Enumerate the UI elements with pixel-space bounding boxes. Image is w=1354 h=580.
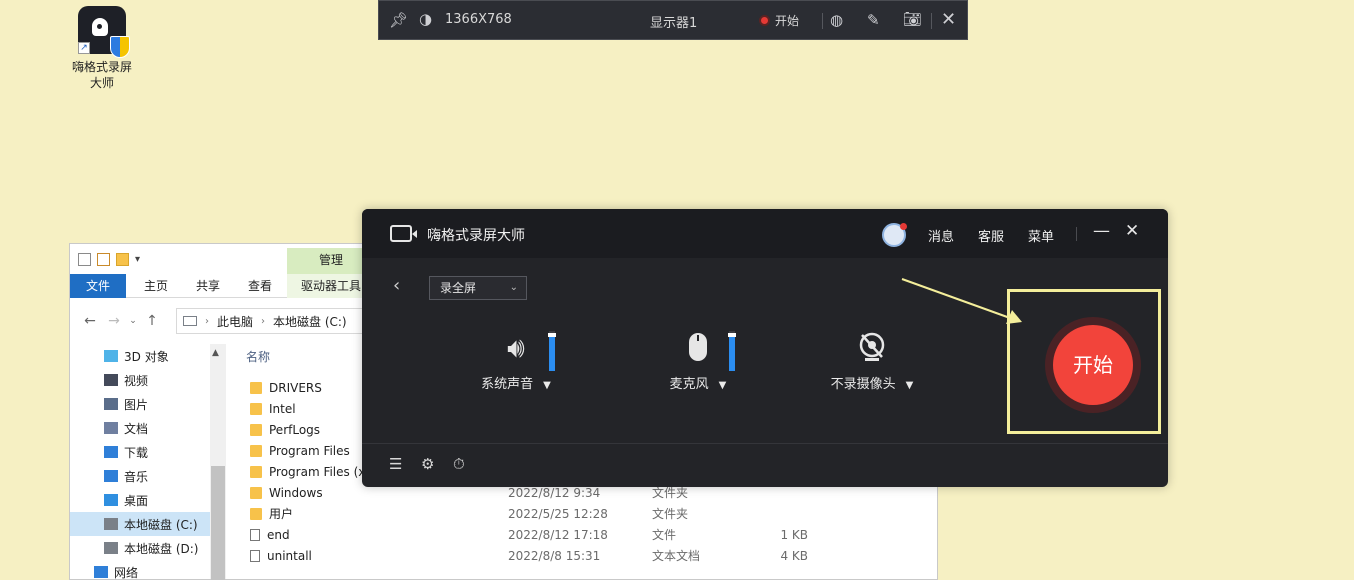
- download-icon: [104, 446, 118, 458]
- shield-icon: [110, 36, 130, 58]
- ribbon-tab-home[interactable]: 主页: [136, 274, 176, 298]
- chevron-down-icon[interactable]: ▼: [719, 380, 727, 391]
- microphone-control[interactable]: 麦克风 ▼: [656, 331, 740, 392]
- timer-icon[interactable]: ⏱: [453, 455, 465, 473]
- breadcrumb-drive-c[interactable]: 本地磁盘 (C:): [273, 313, 347, 330]
- drive-icon[interactable]: [78, 252, 91, 266]
- drive-icon: [104, 518, 118, 530]
- record-dot-icon: [759, 15, 770, 26]
- tree-item-drive-c[interactable]: 本地磁盘 (C:): [70, 512, 226, 536]
- desktop-icon: [104, 494, 118, 506]
- navigation-pane: 3D 对象 视频 图片 文档 下载 音乐 桌面 本地磁盘 (C:) 本地磁盘 (…: [70, 344, 226, 580]
- file-row[interactable]: unintall 2022/8/8 15:31 文本文档 4 KB: [250, 545, 930, 566]
- navigation-scrollbar[interactable]: ▲: [210, 344, 226, 580]
- capture-mode-select[interactable]: 录全屏 ⌄: [429, 276, 527, 300]
- text-file-icon: [250, 549, 260, 562]
- 3d-objects-icon: [104, 350, 118, 362]
- microphone-icon: [656, 331, 740, 371]
- messages-link[interactable]: 消息: [928, 226, 954, 245]
- tree-item-drive-d[interactable]: 本地磁盘 (D:): [70, 536, 226, 560]
- pen-icon[interactable]: ✎: [867, 11, 880, 29]
- user-avatar[interactable]: [882, 223, 907, 247]
- tree-item-3d-objects[interactable]: 3D 对象: [70, 344, 226, 368]
- file-row[interactable]: 用户 2022/5/25 12:28 文件夹: [250, 503, 930, 524]
- customer-service-link[interactable]: 客服: [978, 226, 1004, 245]
- forward-arrow-icon[interactable]: →: [102, 313, 126, 329]
- recorder-titlebar: 嗨格式录屏大师 消息 客服 菜单 — ✕: [362, 209, 1168, 258]
- recorder-footer: ☰ ⚙ ⏱: [362, 443, 1168, 487]
- toolbar-start-button[interactable]: 开始: [759, 12, 799, 29]
- app-logo-icon: ↗: [78, 6, 130, 58]
- toolbar-start-label: 开始: [775, 14, 800, 28]
- resolution-readout: 1366X768: [445, 12, 512, 27]
- chevron-down-icon[interactable]: ▼: [543, 380, 551, 391]
- chevron-down-icon[interactable]: ▼: [906, 380, 914, 391]
- list-icon[interactable]: ☰: [389, 455, 402, 473]
- tree-item-videos[interactable]: 视频: [70, 368, 226, 392]
- scroll-up-icon[interactable]: ▲: [212, 348, 219, 358]
- file-row[interactable]: end 2022/8/12 17:18 文件 1 KB: [250, 524, 930, 545]
- folder-icon: [250, 381, 262, 394]
- contrast-icon[interactable]: ◑: [419, 10, 432, 28]
- pin-icon[interactable]: 📌︎: [389, 11, 408, 29]
- ribbon-tab-file[interactable]: 文件: [70, 274, 126, 298]
- chevron-down-icon: ⌄: [509, 282, 518, 293]
- app-title: 嗨格式录屏大师: [427, 228, 525, 244]
- system-audio-level[interactable]: [548, 331, 556, 371]
- tree-item-downloads[interactable]: 下载: [70, 440, 226, 464]
- close-icon[interactable]: ✕: [1125, 221, 1139, 241]
- ribbon-tab-share[interactable]: 共享: [188, 274, 228, 298]
- new-folder-icon[interactable]: [116, 252, 129, 266]
- tree-item-documents[interactable]: 文档: [70, 416, 226, 440]
- desktop-shortcut-label: 嗨格式录屏 大师: [71, 60, 132, 90]
- highlight-box: [1007, 289, 1161, 434]
- settings-icon[interactable]: ⚙: [421, 455, 434, 473]
- tree-item-desktop[interactable]: 桌面: [70, 488, 226, 512]
- tree-item-network[interactable]: 网络: [70, 560, 226, 580]
- back-chevron-icon[interactable]: ‹: [393, 275, 400, 296]
- camera-icon[interactable]: 📷︎: [903, 10, 922, 28]
- video-camera-logo-icon: [390, 225, 417, 242]
- folder-icon: [250, 444, 262, 457]
- up-arrow-icon[interactable]: ↑: [140, 313, 164, 329]
- magnifier-icon[interactable]: ◍: [830, 11, 843, 29]
- tree-item-pictures[interactable]: 图片: [70, 392, 226, 416]
- camera-control[interactable]: 不录摄像头 ▼: [822, 331, 922, 392]
- folder-icon: [250, 423, 262, 436]
- file-icon: [250, 528, 260, 541]
- recording-toolbar: 📌︎ ◑ 1366X768 显示器1 开始 ◍ ✎ 📷︎ ✕: [378, 0, 968, 40]
- shortcut-arrow-icon: ↗: [78, 42, 90, 54]
- tree-item-music[interactable]: 音乐: [70, 464, 226, 488]
- ribbon-tab-view[interactable]: 查看: [240, 274, 280, 298]
- folder-icon: [250, 507, 262, 520]
- documents-icon: [104, 422, 118, 434]
- minimize-icon[interactable]: —: [1093, 221, 1110, 241]
- scrollbar-thumb[interactable]: [211, 466, 225, 580]
- menu-link[interactable]: 菜单: [1028, 226, 1054, 245]
- microphone-level[interactable]: [728, 331, 736, 371]
- properties-icon[interactable]: [97, 252, 110, 266]
- desktop-shortcut-app[interactable]: ↗ 嗨格式录屏 大师: [66, 6, 138, 91]
- computer-icon: [183, 316, 197, 326]
- display-selector[interactable]: 显示器1: [650, 12, 697, 31]
- back-arrow-icon[interactable]: ←: [78, 313, 102, 329]
- music-icon: [104, 470, 118, 482]
- network-icon: [94, 566, 108, 578]
- folder-icon: [250, 486, 262, 499]
- drive-icon: [104, 542, 118, 554]
- recent-locations-icon[interactable]: ⌄: [126, 316, 140, 326]
- customize-qa-icon[interactable]: ▾: [135, 254, 140, 265]
- folder-icon: [250, 402, 262, 415]
- close-icon[interactable]: ✕: [941, 9, 956, 30]
- breadcrumb-this-pc[interactable]: 此电脑: [217, 313, 253, 330]
- camera-off-icon: [822, 331, 922, 371]
- video-icon: [104, 374, 118, 386]
- pictures-icon: [104, 398, 118, 410]
- folder-icon: [250, 465, 262, 478]
